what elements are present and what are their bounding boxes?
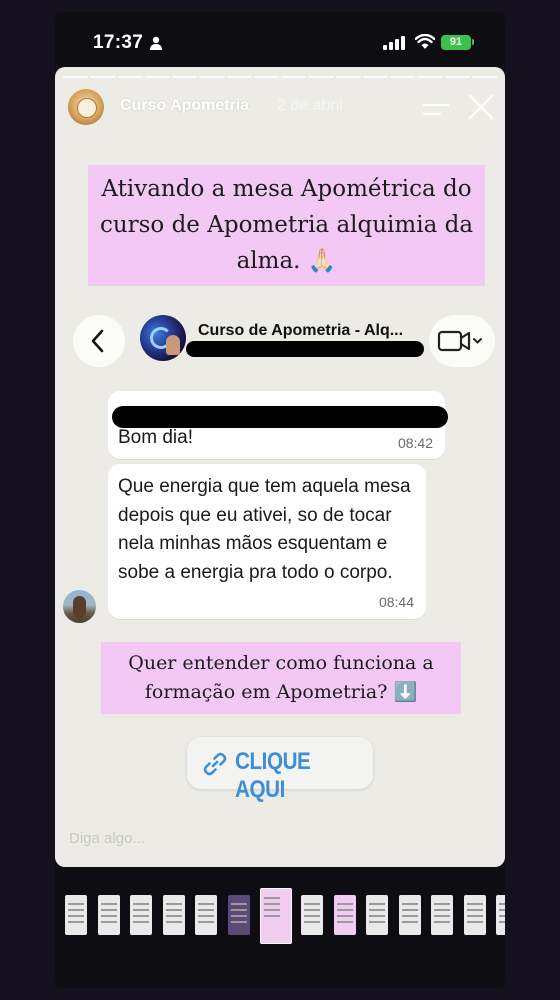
link-icon [203, 752, 227, 776]
battery-level: 91 [441, 35, 471, 50]
person-icon [150, 36, 162, 50]
progress-segment [172, 76, 198, 78]
story-thumbnail[interactable] [227, 895, 250, 935]
story-card[interactable]: Curso Apometria 2 de abril Ativando a me… [55, 67, 505, 867]
progress-segment [90, 76, 116, 78]
progress-segment [253, 76, 279, 78]
progress-segment [199, 76, 225, 78]
sender-avatar [63, 590, 96, 623]
account-name[interactable]: Curso Apometria [120, 97, 249, 115]
story-thumbnail[interactable] [162, 895, 185, 935]
menu-icon[interactable] [423, 103, 449, 117]
signal-icon [383, 36, 405, 50]
story-thumbnail[interactable] [301, 895, 323, 935]
story-thumbnail[interactable] [97, 895, 120, 935]
message-time: 08:44 [378, 594, 414, 610]
story-thumbnail[interactable] [496, 895, 505, 935]
redaction-mark [186, 341, 424, 357]
story-thumbnail[interactable] [260, 888, 292, 944]
message-text: Bom dia! [118, 427, 193, 448]
group-title: Curso de Apometria - Alq... [198, 322, 404, 339]
story-thumbnail[interactable] [195, 895, 217, 935]
story-caption-top: Ativando a mesa Apométrica do curso de A… [88, 165, 485, 286]
link-sticker-label: CLIQUE AQUI [235, 748, 311, 803]
progress-segment [417, 76, 443, 78]
progress-segment [63, 76, 89, 78]
progress-segment [117, 76, 143, 78]
story-progress-bar [63, 76, 497, 78]
story-thumbnail[interactable] [130, 895, 152, 935]
progress-segment [281, 76, 307, 78]
story-thumbnails [55, 888, 505, 952]
progress-segment [444, 76, 470, 78]
message-bubble: Que energia que tem aquela mesa depois q… [108, 464, 426, 619]
progress-segment [308, 76, 334, 78]
progress-segment [471, 76, 497, 78]
status-bar: 17:37 91 [55, 12, 505, 67]
progress-segment [144, 76, 170, 78]
message-text: Que energia que tem aquela mesa depois q… [118, 476, 411, 583]
story-thumbnail[interactable] [463, 895, 486, 935]
progress-segment [335, 76, 361, 78]
video-call-button [429, 315, 495, 367]
progress-segment [226, 76, 252, 78]
status-time: 17:37 [93, 32, 144, 53]
phone-screen: 17:37 91 Curso Apometria 2 de abril Ativ… [55, 12, 505, 988]
story-caption-bottom: Quer entender como funciona a formação e… [101, 642, 461, 714]
reply-input[interactable]: Diga algo... [69, 830, 145, 847]
story-thumbnail[interactable] [65, 895, 87, 935]
story-thumbnail[interactable] [333, 895, 356, 935]
redaction-mark [112, 406, 448, 428]
group-avatar [140, 315, 186, 361]
close-icon[interactable] [468, 94, 494, 120]
back-button [73, 315, 125, 367]
video-camera-icon [437, 330, 482, 352]
chevron-down-icon [473, 338, 482, 344]
link-sticker-button[interactable]: CLIQUE AQUI [187, 737, 373, 803]
progress-segment [390, 76, 416, 78]
story-thumbnail[interactable] [398, 895, 421, 935]
message-time: 08:42 [397, 435, 433, 451]
progress-segment [362, 76, 388, 78]
back-chevron-icon [91, 329, 104, 353]
story-thumbnail[interactable] [431, 895, 453, 935]
battery-icon [472, 39, 474, 45]
wifi-icon [415, 34, 435, 49]
account-avatar[interactable] [68, 89, 104, 125]
story-thumbnail[interactable] [366, 895, 388, 935]
story-date: 2 de abril [277, 97, 343, 114]
